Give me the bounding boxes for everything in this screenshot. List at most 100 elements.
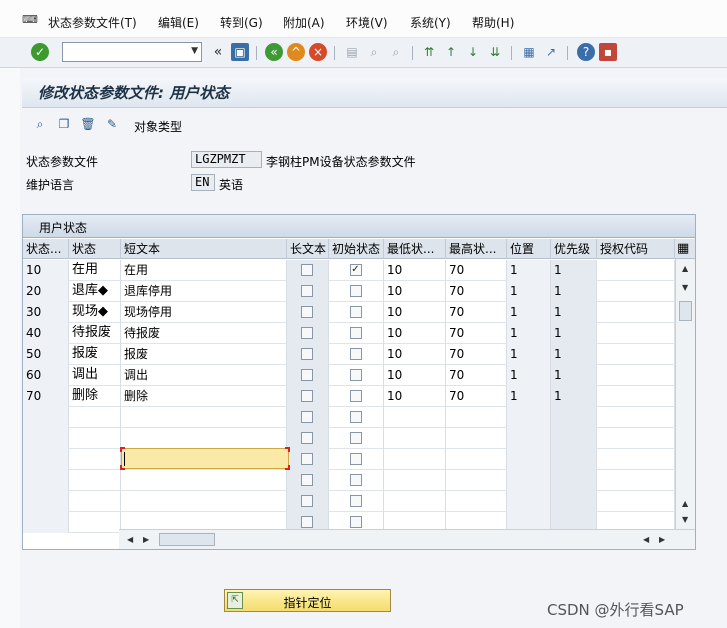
initial-status-checkbox[interactable] <box>349 306 362 318</box>
cell-text[interactable]: 现场停用 <box>121 302 287 323</box>
scroll-left-icon[interactable]: ◀ <box>643 535 649 544</box>
horizontal-scrollbar[interactable]: ◀ ▶ ◀ ▶ <box>119 529 695 549</box>
col-auth-code[interactable]: 授权代码 <box>597 239 675 259</box>
cell-text[interactable] <box>121 428 287 449</box>
col-position[interactable]: 位置 <box>507 239 551 259</box>
last-page-icon[interactable]: ⇊ <box>486 43 504 61</box>
scroll-up-icon[interactable]: ▲ <box>682 264 688 273</box>
exit-icon[interactable]: ^ <box>287 43 305 61</box>
menu-status-profile[interactable]: 状态参数文件(T) <box>48 14 137 31</box>
vertical-scrollbar[interactable]: ▲ ▼ ▲ ▼ <box>675 259 695 529</box>
long-text-checkbox[interactable] <box>301 327 313 339</box>
cell-auth[interactable] <box>597 470 675 491</box>
cell-text[interactable]: 待报废 <box>121 323 287 344</box>
scroll-left-icon[interactable]: ◀ <box>127 535 133 544</box>
initial-status-checkbox[interactable] <box>349 516 362 528</box>
print-icon[interactable]: ▤ <box>343 43 361 61</box>
cell-status[interactable] <box>69 449 121 470</box>
cell-text[interactable] <box>121 491 287 512</box>
cell-high[interactable]: 70 <box>446 281 507 302</box>
long-text-checkbox[interactable] <box>301 348 313 360</box>
cell-low[interactable]: 10 <box>384 365 446 386</box>
cell-prio[interactable] <box>551 428 597 449</box>
long-text-checkbox[interactable] <box>301 369 313 381</box>
cell-status[interactable]: 在用 <box>69 260 121 281</box>
cell-status[interactable]: 待报废 <box>69 323 121 344</box>
initial-status-checkbox[interactable] <box>349 327 362 339</box>
cell-prio[interactable]: 1 <box>551 281 597 302</box>
initial-status-checkbox[interactable] <box>349 369 362 381</box>
active-input-cell[interactable] <box>120 447 290 470</box>
command-field[interactable]: ▼ <box>62 42 202 62</box>
menu-system[interactable]: 系统(Y) <box>410 14 451 31</box>
long-text-checkbox[interactable] <box>301 453 313 465</box>
cell-auth[interactable] <box>597 260 675 281</box>
scroll-right-icon[interactable]: ▶ <box>143 535 149 544</box>
cell-low[interactable] <box>384 428 446 449</box>
cell-status[interactable] <box>69 407 121 428</box>
cell-prio[interactable]: 1 <box>551 344 597 365</box>
long-text-checkbox[interactable] <box>301 390 313 402</box>
copy-icon[interactable]: ❐ <box>56 116 72 132</box>
cell-low[interactable]: 10 <box>384 386 446 407</box>
long-text-checkbox[interactable] <box>301 495 313 507</box>
cell-status[interactable]: 退库◆ <box>69 281 121 302</box>
collapse-icon[interactable]: « <box>209 43 227 61</box>
cell-prio[interactable] <box>551 449 597 470</box>
long-text-checkbox[interactable] <box>301 474 313 486</box>
chevron-down-icon[interactable]: ▼ <box>191 46 198 56</box>
cell-low[interactable]: 10 <box>384 260 446 281</box>
cell-high[interactable]: 70 <box>446 365 507 386</box>
cell-prio[interactable] <box>551 470 597 491</box>
new-session-icon[interactable]: ▦ <box>520 43 538 61</box>
back-icon[interactable]: « <box>265 43 283 61</box>
cell-high[interactable] <box>446 449 507 470</box>
table-settings-icon[interactable]: ▦ <box>675 239 695 259</box>
long-text-checkbox[interactable] <box>301 306 313 318</box>
cell-high[interactable]: 70 <box>446 302 507 323</box>
shortcut-icon[interactable]: ↗ <box>542 43 560 61</box>
cell-status[interactable] <box>69 491 121 512</box>
cell-prio[interactable]: 1 <box>551 260 597 281</box>
col-status-number[interactable]: 状态... <box>23 239 69 259</box>
cell-low[interactable] <box>384 407 446 428</box>
cell-low[interactable]: 10 <box>384 344 446 365</box>
long-text-checkbox[interactable] <box>301 516 313 528</box>
cell-high[interactable]: 70 <box>446 323 507 344</box>
initial-status-checkbox[interactable] <box>349 285 362 297</box>
cell-prio[interactable] <box>551 491 597 512</box>
cell-prio[interactable]: 1 <box>551 302 597 323</box>
cell-text[interactable]: 退库停用 <box>121 281 287 302</box>
col-status[interactable]: 状态 <box>69 239 121 259</box>
help-icon[interactable]: ? <box>577 43 595 61</box>
cell-text[interactable]: 调出 <box>121 365 287 386</box>
cell-high[interactable]: 70 <box>446 386 507 407</box>
col-short-text[interactable]: 短文本 <box>121 239 287 259</box>
cell-prio[interactable] <box>551 407 597 428</box>
col-lowest-status[interactable]: 最低状... <box>384 239 446 259</box>
long-text-checkbox[interactable] <box>301 285 313 297</box>
initial-status-checkbox[interactable] <box>349 495 362 507</box>
cell-auth[interactable] <box>597 428 675 449</box>
cell-auth[interactable] <box>597 407 675 428</box>
cell-auth[interactable] <box>597 281 675 302</box>
prev-page-icon[interactable]: ↑ <box>442 43 460 61</box>
cell-auth[interactable] <box>597 449 675 470</box>
cell-low[interactable]: 10 <box>384 323 446 344</box>
delete-icon[interactable]: 🗑 <box>80 116 96 132</box>
cell-auth[interactable] <box>597 365 675 386</box>
position-cursor-button[interactable]: ⇱ 指针定位 <box>224 589 391 612</box>
scroll-down-icon[interactable]: ▼ <box>682 283 688 292</box>
cell-high[interactable] <box>446 491 507 512</box>
cell-status[interactable]: 现场◆ <box>69 302 121 323</box>
menu-environment[interactable]: 环境(V) <box>346 14 388 31</box>
cell-status[interactable] <box>69 512 121 533</box>
cell-high[interactable] <box>446 407 507 428</box>
cell-status[interactable] <box>69 428 121 449</box>
cell-auth[interactable] <box>597 302 675 323</box>
menu-extras[interactable]: 附加(A) <box>283 14 325 31</box>
long-text-checkbox[interactable] <box>301 432 313 444</box>
enter-icon[interactable]: ✓ <box>31 43 49 61</box>
cell-auth[interactable] <box>597 386 675 407</box>
initial-status-checkbox[interactable] <box>349 453 362 465</box>
